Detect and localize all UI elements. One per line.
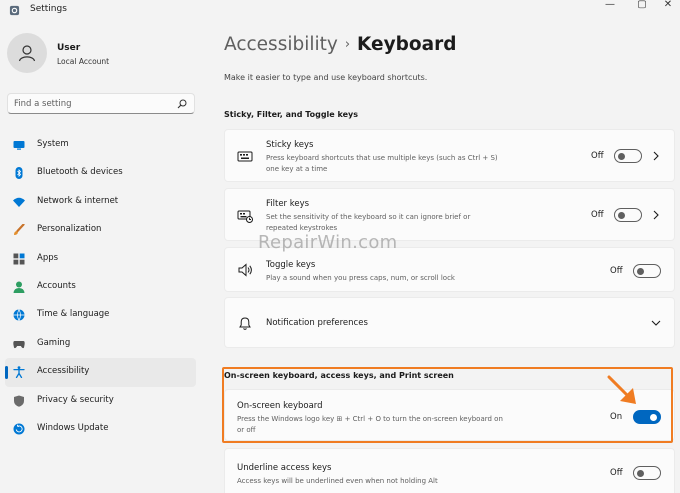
sidebar-item-accessibility[interactable]: Accessibility [5,358,196,387]
filter-keys-desc: Set the sensitivity of the keyboard so i… [266,213,471,232]
toggle-keys-state: Off [610,266,623,276]
gamepad-icon [13,340,25,348]
sidebar-item-label: Bluetooth & devices [37,167,123,178]
minimize-button[interactable]: — [597,0,623,14]
notification-preferences-title: Notification preferences [266,318,368,328]
filter-keys-toggle[interactable] [614,208,642,222]
avatar[interactable] [7,33,47,73]
sidebar-item-label: Windows Update [37,422,109,433]
search-input[interactable] [14,97,174,111]
speaker-icon [238,263,252,277]
sidebar-item-label: Personalization [37,224,102,235]
underline-access-keys-desc: Access keys will be underlined even when… [237,477,438,485]
toggle-keys-toggle[interactable] [633,264,661,278]
sidebar-item-label: Apps [37,252,59,263]
underline-access-keys-state: Off [610,468,623,478]
sidebar-item-time-language[interactable]: Time & language [5,301,196,329]
breadcrumb-parent[interactable]: Accessibility [224,34,338,55]
maximize-button[interactable]: ▢ [629,0,655,14]
sidebar-item-windows-update[interactable]: Windows Update [5,415,196,443]
globe-icon [13,309,25,322]
filter-keys-title: Filter keys [266,199,310,209]
sidebar-item-label: Accessibility [37,366,90,377]
sidebar-nav: System Bluetooth & devices Network & int… [5,131,196,443]
accounts-icon [13,281,25,293]
chevron-right-icon[interactable] [651,210,661,220]
section-title-sticky: Sticky, Filter, and Toggle keys [224,110,359,119]
keyboard-sticky-icon [237,151,253,162]
settings-app-icon [9,5,20,16]
onscreen-keyboard-desc: Press the Windows logo key ⊞ + Ctrl + O … [237,415,503,434]
user-name: User [57,43,81,53]
sidebar-item-label: Time & language [37,309,110,320]
search-icon[interactable] [177,99,187,109]
sticky-keys-card[interactable]: Sticky keys Press keyboard shortcuts tha… [224,129,675,182]
onscreen-keyboard-title: On-screen keyboard [237,401,323,411]
window-title: Settings [30,4,67,14]
toggle-keys-desc: Play a sound when you press caps, num, o… [266,274,455,282]
chevron-right-icon[interactable] [651,151,661,161]
sidebar-item-label: Network & internet [37,195,119,206]
sidebar-item-bluetooth[interactable]: Bluetooth & devices [5,159,196,187]
brush-icon [14,224,25,236]
underline-access-keys-title: Underline access keys [237,463,332,473]
wifi-icon [13,197,25,207]
sidebar-item-label: System [37,139,69,149]
page-title: Keyboard [357,34,457,55]
sidebar-item-label: Privacy & security [37,394,114,405]
bell-icon [239,317,251,330]
apps-icon [13,253,25,265]
onscreen-keyboard-state: On [610,412,623,422]
update-icon [13,423,25,435]
breadcrumb: Accessibility › Keyboard [224,34,456,55]
underline-access-keys-card[interactable]: Underline access keys Access keys will b… [224,448,675,493]
toggle-keys-card[interactable]: Toggle keys Play a sound when you press … [224,247,675,292]
account-type: Local Account [57,57,110,66]
keyboard-filter-icon [237,210,253,223]
accessibility-icon [13,366,25,379]
sidebar-item-accounts[interactable]: Accounts [5,273,196,301]
underline-access-keys-toggle[interactable] [633,466,661,480]
sidebar-item-label: Accounts [37,280,76,291]
sidebar-item-gaming[interactable]: Gaming [5,330,196,358]
sidebar-item-personalization[interactable]: Personalization [5,216,196,244]
close-button[interactable]: ✕ [655,0,680,14]
onscreen-keyboard-toggle[interactable] [633,410,661,424]
sticky-keys-title: Sticky keys [266,140,314,150]
bluetooth-icon [15,167,23,180]
watermark: RepairWin.com [258,232,398,253]
shield-icon [14,395,24,407]
page-subtitle: Make it easier to type and use keyboard … [224,73,428,82]
title-bar: Settings — ▢ ✕ [0,0,680,22]
notification-preferences-card[interactable]: Notification preferences [224,297,675,348]
sidebar-item-system[interactable]: System [5,131,196,159]
sticky-keys-state: Off [591,151,604,161]
user-icon [18,45,36,62]
breadcrumb-separator: › [344,37,351,52]
section-title-onscreen: On-screen keyboard, access keys, and Pri… [224,371,454,380]
sidebar-item-label: Gaming [37,337,71,348]
arrow-annotation-icon [607,375,636,404]
system-icon [13,141,25,150]
sticky-keys-desc: Press keyboard shortcuts that use multip… [266,154,498,173]
sidebar-item-privacy-security[interactable]: Privacy & security [5,387,196,415]
toggle-keys-title: Toggle keys [266,260,316,270]
filter-keys-state: Off [591,210,604,220]
search-box[interactable] [7,93,195,114]
sidebar-item-apps[interactable]: Apps [5,245,196,273]
chevron-down-icon[interactable] [651,318,661,328]
sticky-keys-toggle[interactable] [614,149,642,163]
sidebar-item-network[interactable]: Network & internet [5,188,196,216]
